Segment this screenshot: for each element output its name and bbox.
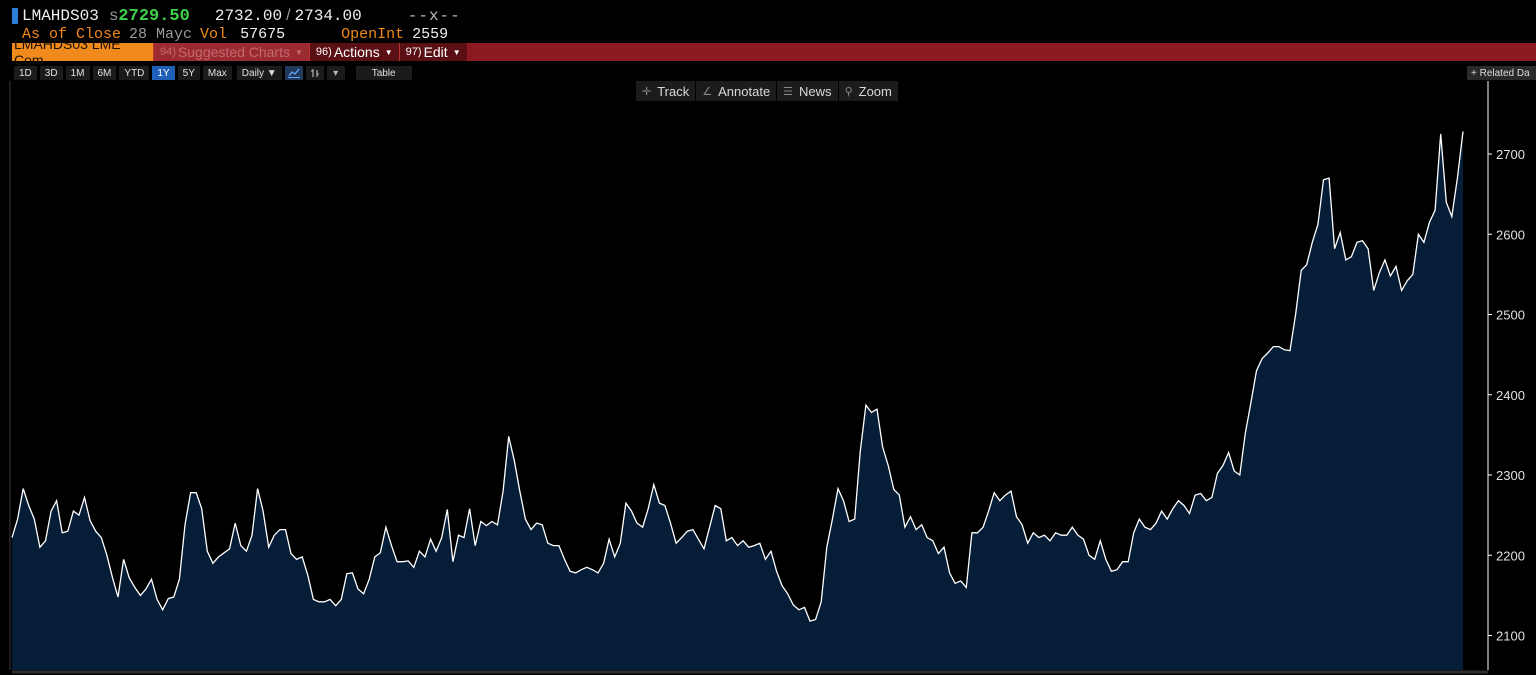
track-button[interactable]: ✛ Track — [636, 81, 696, 101]
security-marker — [12, 8, 18, 24]
y-tick-label: 2700 — [1496, 147, 1525, 162]
y-tick-label: 2100 — [1496, 629, 1525, 644]
zoom-button[interactable]: ⚲ Zoom — [838, 81, 898, 101]
range-toolbar: 1D 3D 1M 6M YTD 1Y 5Y Max Daily ▼ ▾ Tabl… — [14, 66, 415, 80]
news-label: News — [799, 83, 832, 99]
chart-tool-row: ✛ Track ∠ Annotate ☰ News ⚲ Zoom — [636, 81, 899, 101]
crosshair-icon: ✛ — [642, 85, 652, 98]
range-button-max[interactable]: Max — [202, 66, 232, 80]
chevron-down-icon: ▼ — [294, 47, 303, 57]
annotate-button[interactable]: ∠ Annotate — [696, 81, 777, 101]
price-area — [12, 131, 1463, 670]
range-button-5y[interactable]: 5Y — [177, 66, 200, 80]
vol-value: 57675 — [240, 26, 286, 43]
chevron-down-icon: ▼ — [452, 47, 461, 57]
range-button-ytd[interactable]: YTD — [119, 66, 150, 80]
y-tick-label: 2200 — [1496, 548, 1525, 563]
pencil-icon: ∠ — [702, 85, 713, 98]
suggested-label: Suggested Charts — [177, 44, 290, 60]
y-axis-ticks: 2100 2200 2300 2400 2500 2600 2700 — [1488, 147, 1525, 644]
price-chart[interactable]: 2100 2200 2300 2400 2500 2600 2700 — [0, 0, 1536, 675]
last-price-prefix: s — [108, 7, 119, 25]
table-button[interactable]: Table — [355, 66, 412, 80]
function-toolbar: LMAHDS03 LME Com 94) Suggested Charts ▼ … — [12, 36, 1536, 68]
zoom-label: Zoom — [858, 83, 892, 99]
vol-label: Vol — [200, 26, 228, 43]
annotate-label: Annotate — [718, 83, 771, 99]
bar-chart-icon[interactable] — [305, 66, 324, 80]
news-button[interactable]: ☰ News — [777, 81, 838, 101]
actions-number: 96) — [315, 46, 332, 58]
range-button-1y[interactable]: 1Y — [152, 66, 175, 80]
y-tick-label: 2300 — [1496, 468, 1525, 483]
edit-button[interactable]: 97) Edit ▼ — [398, 43, 467, 61]
actions-label: Actions — [333, 44, 380, 60]
actions-button[interactable]: 96) Actions ▼ — [308, 43, 399, 61]
edit-number: 97) — [405, 46, 422, 58]
openint-label: OpenInt — [341, 26, 405, 43]
track-label: Track — [657, 83, 690, 99]
y-tick-label: 2600 — [1496, 227, 1525, 242]
price-change: --x-- — [407, 7, 461, 25]
chevron-down-icon: ▼ — [384, 47, 393, 57]
suggested-number: 94) — [160, 46, 176, 58]
range-button-1m[interactable]: 1M — [65, 66, 90, 80]
magnifier-icon: ⚲ — [844, 85, 853, 98]
news-icon: ☰ — [783, 85, 794, 98]
bid-ask-separator: / — [286, 7, 291, 24]
y-tick-label: 2500 — [1496, 308, 1525, 323]
openint-value: 2559 — [412, 26, 449, 43]
last-price: 2729.50 — [118, 6, 190, 26]
line-chart-icon[interactable] — [284, 66, 303, 80]
security-field[interactable]: LMAHDS03 LME Com — [12, 36, 153, 68]
edit-label: Edit — [423, 44, 448, 60]
bid-price: 2732.00 — [214, 7, 283, 25]
quote-line: LMAHDS03 s 2729.50 2732.00 / 2734.00 --x… — [12, 6, 461, 26]
range-button-1d[interactable]: 1D — [14, 66, 37, 80]
suggested-charts-button[interactable]: 94) Suggested Charts ▼ — [153, 43, 309, 61]
frequency-dropdown[interactable]: Daily ▼ — [236, 66, 282, 80]
y-tick-label: 2400 — [1496, 388, 1525, 403]
range-button-3d[interactable]: 3D — [39, 66, 63, 80]
ticker[interactable]: LMAHDS03 — [22, 7, 99, 25]
ask-price: 2734.00 — [294, 7, 362, 25]
range-button-6m[interactable]: 6M — [92, 66, 117, 80]
related-data-button[interactable]: + Related Da — [1467, 66, 1536, 80]
chart-type-chevron-icon[interactable]: ▾ — [326, 66, 345, 80]
